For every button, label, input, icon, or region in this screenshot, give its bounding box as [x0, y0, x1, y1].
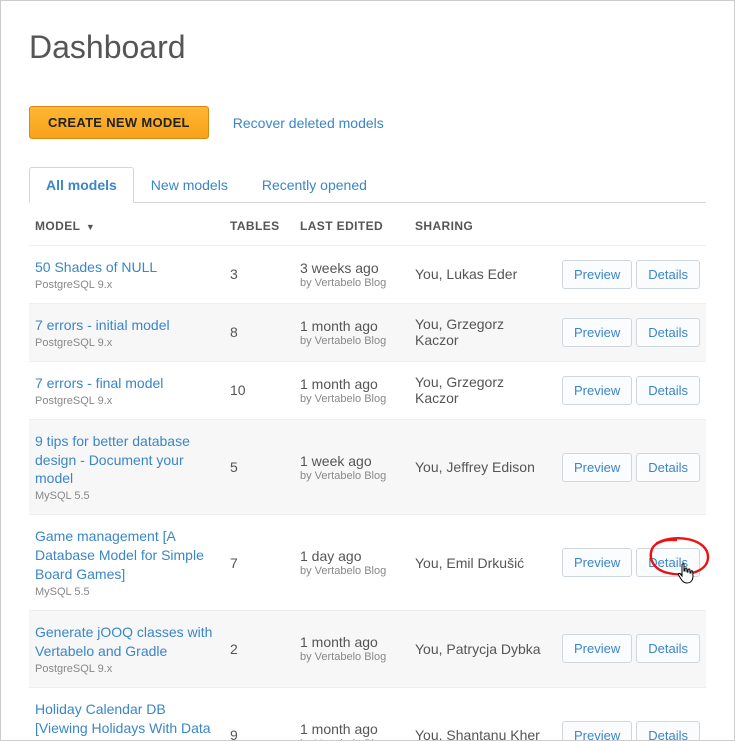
details-button[interactable]: Details: [636, 634, 700, 663]
model-engine-label: PostgreSQL 9.x: [35, 337, 218, 349]
model-tables-count: 10: [224, 361, 294, 419]
last-edited-when: 1 month ago: [300, 376, 403, 392]
recover-deleted-models-link[interactable]: Recover deleted models: [233, 115, 384, 131]
column-header-sharing[interactable]: SHARING: [409, 203, 552, 246]
sort-desc-icon: ▼: [86, 222, 95, 232]
last-edited-by: by Vertabelo Blog: [300, 651, 403, 663]
last-edited-by: by Vertabelo Blog: [300, 335, 403, 347]
last-edited-when: 1 day ago: [300, 548, 403, 564]
model-name-link[interactable]: Game management [A Database Model for Si…: [35, 527, 218, 584]
sharing-users: You, Shantanu Kher: [409, 687, 552, 741]
tab-new-models[interactable]: New models: [134, 167, 245, 203]
last-edited-by: by Vertabelo Blog: [300, 470, 403, 482]
preview-button[interactable]: Preview: [562, 260, 632, 289]
details-button[interactable]: Details: [636, 721, 700, 741]
preview-button[interactable]: Preview: [562, 318, 632, 347]
model-tabs: All modelsNew modelsRecently opened: [29, 167, 706, 203]
model-name-link[interactable]: Holiday Calendar DB [Viewing Holidays Wi…: [35, 700, 218, 741]
model-name-link[interactable]: 9 tips for better database design - Docu…: [35, 432, 218, 489]
model-tables-count: 2: [224, 611, 294, 688]
last-edited-by: by Vertabelo Blog: [300, 565, 403, 577]
table-row: Game management [A Database Model for Si…: [29, 515, 706, 611]
model-name-link[interactable]: 7 errors - initial model: [35, 316, 218, 335]
model-name-link[interactable]: 7 errors - final model: [35, 374, 218, 393]
model-tables-count: 8: [224, 303, 294, 361]
model-tables-count: 7: [224, 515, 294, 611]
tab-all-models[interactable]: All models: [29, 167, 134, 203]
table-row: 7 errors - final model PostgreSQL 9.x 10 1 …: [29, 361, 706, 419]
details-button[interactable]: Details: [636, 260, 700, 289]
model-engine-label: PostgreSQL 9.x: [35, 395, 218, 407]
last-edited-by: by Vertabelo Blog: [300, 738, 403, 741]
table-row: Holiday Calendar DB [Viewing Holidays Wi…: [29, 687, 706, 741]
last-edited-when: 1 month ago: [300, 634, 403, 650]
last-edited-when: 1 month ago: [300, 318, 403, 334]
last-edited-by: by Vertabelo Blog: [300, 393, 403, 405]
page-title: Dashboard: [29, 29, 706, 66]
model-engine-label: MySQL 5.5: [35, 586, 218, 598]
create-new-model-button[interactable]: CREATE NEW MODEL: [29, 106, 209, 139]
sharing-users: You, Emil Drkušić: [409, 515, 552, 611]
preview-button[interactable]: Preview: [562, 453, 632, 482]
preview-button[interactable]: Preview: [562, 721, 632, 741]
model-tables-count: 9: [224, 687, 294, 741]
model-name-link[interactable]: Generate jOOQ classes with Vertabelo and…: [35, 623, 218, 661]
preview-button[interactable]: Preview: [562, 548, 632, 577]
sharing-users: You, Grzegorz Kaczor: [409, 303, 552, 361]
sharing-users: You, Jeffrey Edison: [409, 419, 552, 515]
last-edited-when: 1 month ago: [300, 721, 403, 737]
details-button[interactable]: Details: [636, 548, 700, 577]
model-tables-count: 3: [224, 246, 294, 304]
last-edited-when: 1 week ago: [300, 453, 403, 469]
last-edited-by: by Vertabelo Blog: [300, 277, 403, 289]
details-button[interactable]: Details: [636, 318, 700, 347]
column-header-model[interactable]: MODEL: [35, 219, 80, 233]
tab-recently-opened[interactable]: Recently opened: [245, 167, 384, 203]
models-table: MODEL ▼ TABLES LAST EDITED SHARING 50 Sh…: [29, 203, 706, 741]
details-button[interactable]: Details: [636, 376, 700, 405]
models-tbody: 50 Shades of NULL PostgreSQL 9.x 3 3 weeks …: [29, 246, 706, 741]
sharing-users: You, Grzegorz Kaczor: [409, 361, 552, 419]
details-button[interactable]: Details: [636, 453, 700, 482]
table-row: 50 Shades of NULL PostgreSQL 9.x 3 3 weeks …: [29, 246, 706, 304]
sharing-users: You, Patrycja Dybka: [409, 611, 552, 688]
column-header-last-edited[interactable]: LAST EDITED: [294, 203, 409, 246]
preview-button[interactable]: Preview: [562, 376, 632, 405]
model-engine-label: PostgreSQL 9.x: [35, 279, 218, 291]
model-engine-label: MySQL 5.5: [35, 490, 218, 502]
model-tables-count: 5: [224, 419, 294, 515]
model-name-link[interactable]: 50 Shades of NULL: [35, 258, 218, 277]
table-row: 7 errors - initial model PostgreSQL 9.x 81…: [29, 303, 706, 361]
column-header-tables[interactable]: TABLES: [224, 203, 294, 246]
sharing-users: You, Lukas Eder: [409, 246, 552, 304]
table-row: Generate jOOQ classes with Vertabelo and…: [29, 611, 706, 688]
table-row: 9 tips for better database design - Docu…: [29, 419, 706, 515]
model-engine-label: PostgreSQL 9.x: [35, 663, 218, 675]
preview-button[interactable]: Preview: [562, 634, 632, 663]
last-edited-when: 3 weeks ago: [300, 260, 403, 276]
